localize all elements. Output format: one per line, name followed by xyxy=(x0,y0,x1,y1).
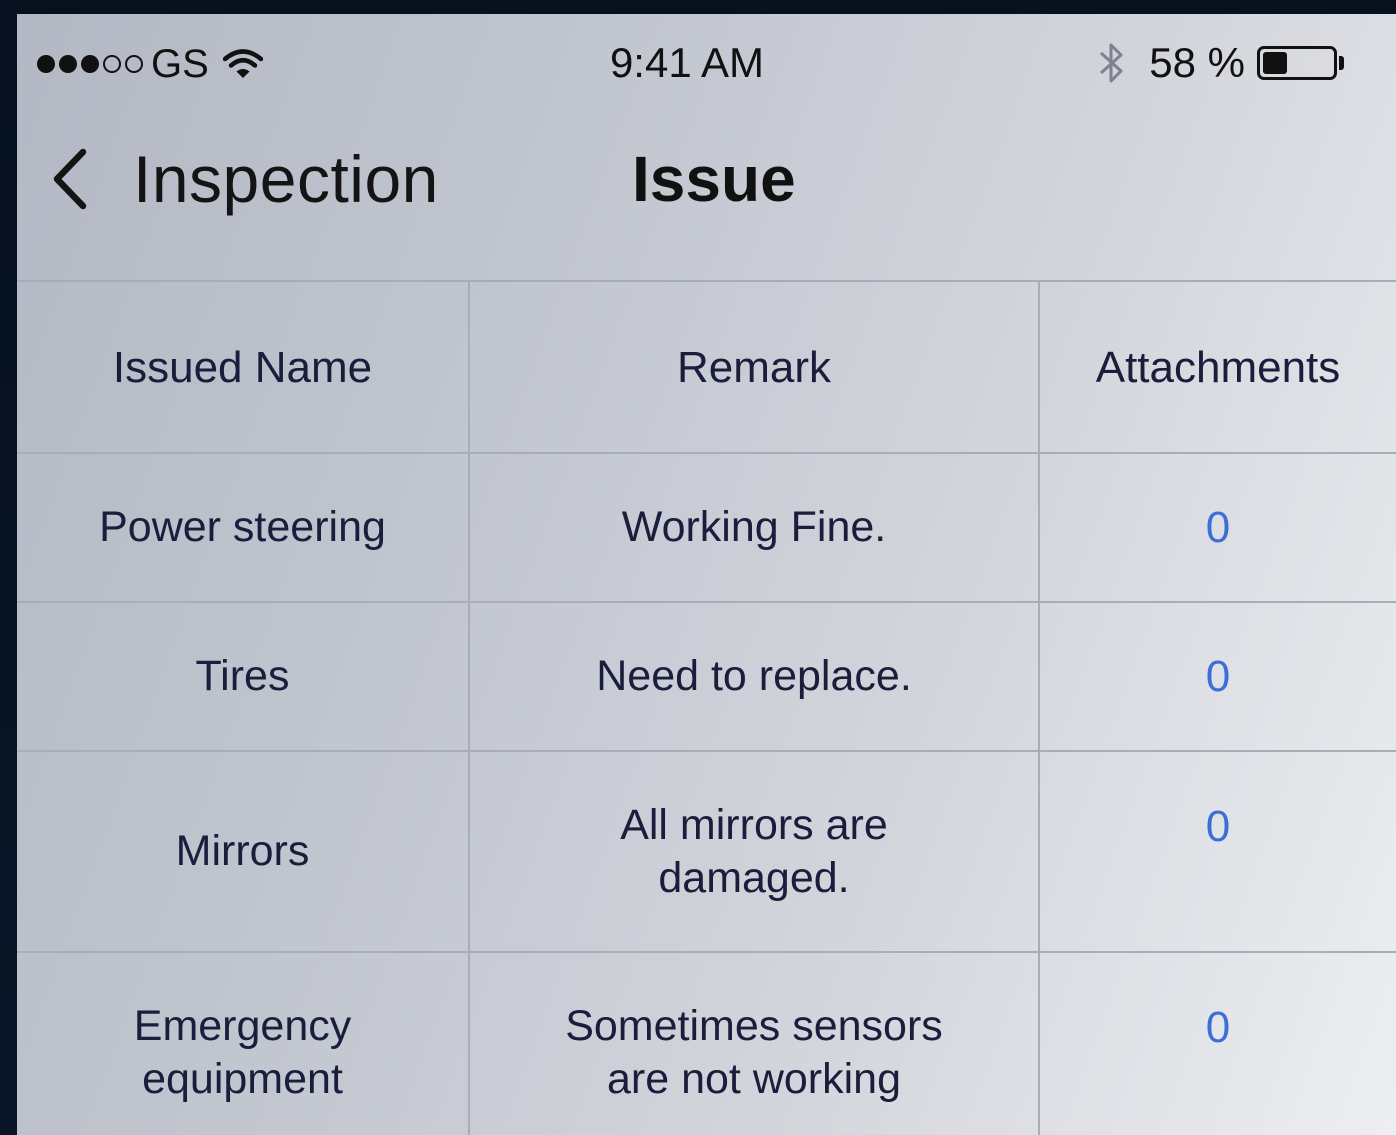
issue-name: Mirrors xyxy=(17,752,470,951)
status-right: 58 % xyxy=(1097,38,1344,88)
table-row[interactable]: Power steering Working Fine. 0 xyxy=(17,454,1396,603)
battery-icon xyxy=(1257,46,1337,80)
table-row[interactable]: Mirrors All mirrors are damaged. 0 xyxy=(17,752,1396,953)
issue-remark: Working Fine. xyxy=(470,454,1040,601)
navigation-bar: Inspection Issue xyxy=(17,114,1396,282)
table-row[interactable]: Emergency equipment Sometimes sensors ar… xyxy=(17,953,1396,1135)
attachments-count-link[interactable]: 0 xyxy=(1040,454,1396,601)
battery-tip xyxy=(1339,56,1344,70)
table-row[interactable]: Tires Need to replace. 0 xyxy=(17,603,1396,752)
issue-name: Tires xyxy=(17,603,470,750)
issues-table: Issued Name Remark Attachments Power ste… xyxy=(17,282,1396,1135)
back-label: Inspection xyxy=(133,142,439,216)
back-chevron-icon xyxy=(53,148,87,210)
header-attachments: Attachments xyxy=(1095,342,1341,392)
issue-remark: All mirrors are damaged. xyxy=(470,752,1040,951)
battery-fill xyxy=(1263,52,1287,74)
issue-name: Emergency equipment xyxy=(17,953,470,1135)
app-screen: GS 9:41 AM 58 % Inspection Issue Issued … xyxy=(17,14,1396,1135)
bluetooth-icon xyxy=(1100,43,1123,83)
issue-remark: Sometimes sensors are not working xyxy=(470,953,1040,1135)
header-remark: Remark xyxy=(470,282,1040,452)
attachments-count-link[interactable]: 0 xyxy=(1040,603,1396,750)
issue-remark: Need to replace. xyxy=(470,603,1040,750)
battery-percent: 58 % xyxy=(1149,39,1245,86)
back-button[interactable]: Inspection xyxy=(51,142,439,216)
page-title: Issue xyxy=(632,143,796,215)
attachments-count-link[interactable]: 0 xyxy=(1040,752,1396,951)
table-header-row: Issued Name Remark Attachments xyxy=(17,282,1396,454)
attachments-count-link[interactable]: 0 xyxy=(1040,953,1396,1135)
issue-name: Power steering xyxy=(17,454,470,601)
header-issued-name: Issued Name xyxy=(17,282,470,452)
device-frame: GS 9:41 AM 58 % Inspection Issue Issued … xyxy=(0,0,1396,1135)
status-bar: GS 9:41 AM 58 % xyxy=(17,14,1396,114)
